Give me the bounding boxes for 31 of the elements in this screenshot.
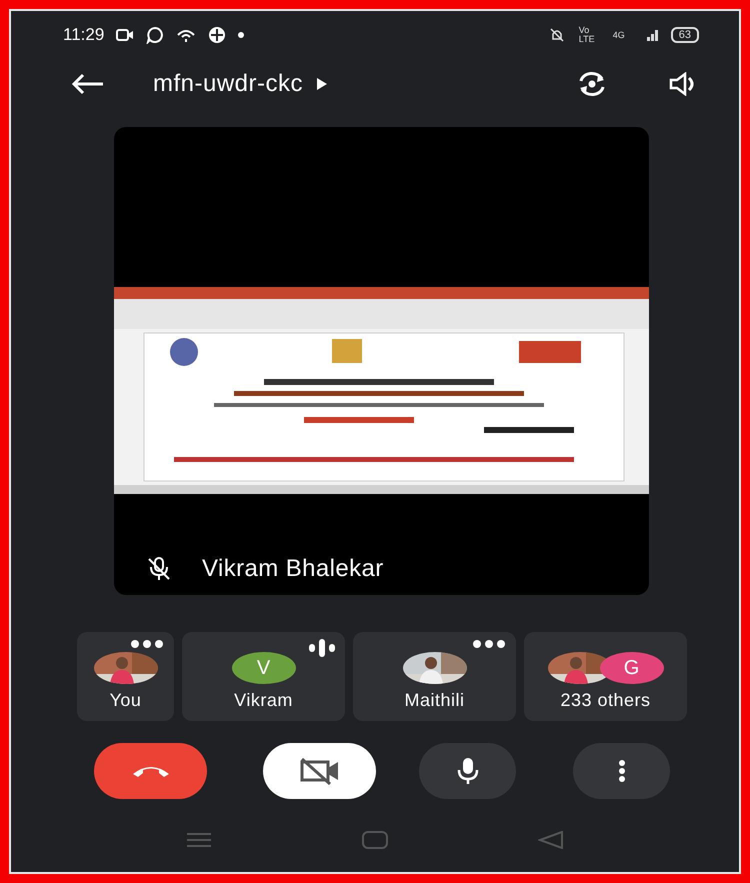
- signal-icon: [646, 29, 659, 41]
- participant-name: You: [110, 690, 142, 711]
- camera-off-icon: [298, 757, 340, 785]
- chat-bubble-icon: [146, 26, 164, 44]
- back-arrow-icon[interactable]: [71, 73, 105, 95]
- participant-name: Vikram: [234, 690, 293, 711]
- participant-tile[interactable]: You: [77, 632, 174, 721]
- dot-icon: [238, 32, 244, 38]
- participant-tile[interactable]: G 233 others: [524, 632, 687, 721]
- battery-level: 63: [670, 27, 699, 43]
- network-label: Vo LTE: [578, 26, 596, 44]
- clock: 11:29: [63, 25, 104, 45]
- participant-name: Maithili: [404, 690, 464, 711]
- more-icon[interactable]: [472, 639, 506, 649]
- participant-name: 233 others: [560, 690, 651, 711]
- expand-caret-icon[interactable]: [317, 78, 328, 90]
- hotspot-icon: [176, 27, 196, 43]
- participant-tile[interactable]: V Vikram: [182, 632, 345, 721]
- meeting-code[interactable]: mfn-uwdr-ckc: [153, 70, 304, 98]
- grid-icon: [208, 26, 226, 44]
- microphone-icon: [456, 757, 480, 785]
- more-icon: [618, 760, 626, 782]
- video-icon: [116, 28, 134, 42]
- network-label: 4G: [612, 30, 626, 40]
- avatar-letter: G: [600, 652, 664, 684]
- participant-name: Vikram Bhalekar: [202, 555, 384, 583]
- more-icon[interactable]: [130, 639, 164, 649]
- participant-tile[interactable]: Maithili: [353, 632, 516, 721]
- phone-icon: [130, 764, 170, 778]
- switch-camera-icon[interactable]: [577, 71, 607, 97]
- avatar-letter: V: [232, 652, 296, 684]
